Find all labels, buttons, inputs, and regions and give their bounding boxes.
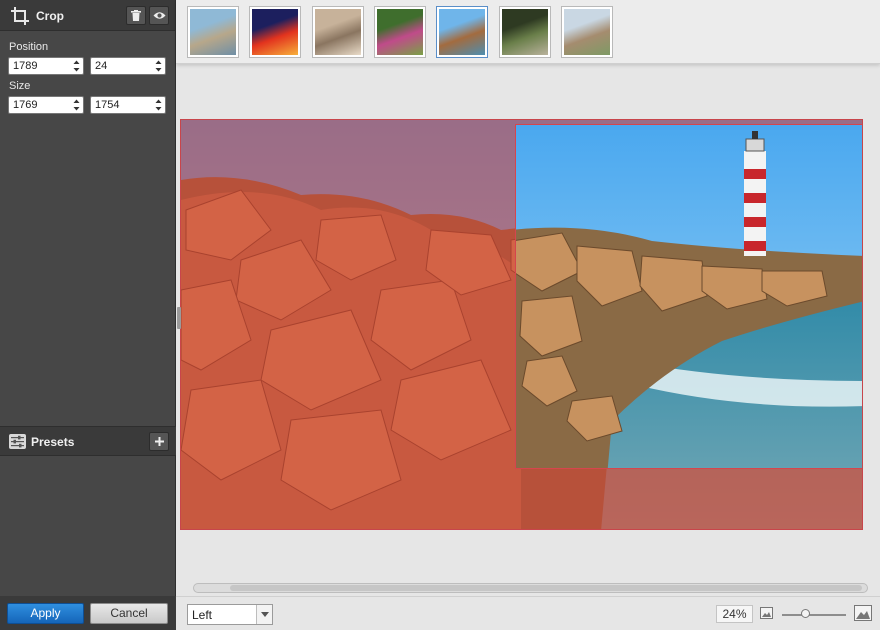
thumb-plaza[interactable] <box>311 6 364 58</box>
thumbnail-image <box>563 9 610 55</box>
scrollbar-thumb[interactable] <box>230 585 862 591</box>
plus-icon <box>154 437 164 446</box>
thumbnail-image <box>501 9 548 55</box>
thumb-coast[interactable] <box>560 6 613 58</box>
action-bar: Apply Cancel <box>0 596 176 630</box>
zoom-slider-knob[interactable] <box>801 609 811 618</box>
thumb-tower[interactable] <box>187 6 239 58</box>
trash-icon <box>131 10 141 21</box>
spinner-arrows-icon[interactable] <box>155 59 162 73</box>
apply-button[interactable]: Apply <box>7 603 84 624</box>
chevron-down-icon[interactable] <box>256 605 272 624</box>
thumb-fountain[interactable] <box>498 6 551 58</box>
preview-toggle-button[interactable] <box>149 6 169 25</box>
cancel-button[interactable]: Cancel <box>90 603 168 624</box>
thumbnail-image <box>376 9 423 55</box>
position-y-input[interactable]: 24 <box>90 57 166 75</box>
presets-title: Presets <box>31 435 75 449</box>
image-large-icon[interactable] <box>854 605 872 621</box>
thumbnail-strip <box>176 0 880 64</box>
presets-header[interactable]: Presets <box>0 426 176 456</box>
thumbnail-image <box>252 9 299 55</box>
size-label: Size <box>9 80 31 92</box>
crop-sidebar: Crop Position 1789 24 Size 1769 1754 Pre… <box>0 0 176 630</box>
add-preset-button[interactable] <box>149 432 169 451</box>
eye-icon <box>153 12 165 19</box>
crop-panel-title: Crop <box>36 9 64 23</box>
thumbnail-image <box>314 9 361 55</box>
thumb-lighthouse[interactable] <box>436 6 489 58</box>
spinner-arrows-icon[interactable] <box>155 98 162 112</box>
alignment-select[interactable]: Left <box>187 604 273 625</box>
zoom-slider-track[interactable] <box>782 614 846 616</box>
position-x-input[interactable]: 1789 <box>8 57 84 75</box>
sidebar-resize-handle[interactable] <box>177 307 181 329</box>
spinner-arrows-icon[interactable] <box>73 98 80 112</box>
crop-icon <box>11 7 29 25</box>
delete-button[interactable] <box>126 6 146 25</box>
crop-preview <box>516 125 862 468</box>
thumbnail-image <box>190 9 236 55</box>
zoom-level: 24% <box>716 605 753 623</box>
size-width-input[interactable]: 1769 <box>8 96 84 114</box>
image-canvas[interactable] <box>180 119 863 530</box>
crop-selection[interactable] <box>515 124 862 469</box>
sliders-icon <box>9 434 26 449</box>
position-label: Position <box>9 41 49 53</box>
thumb-red-tree[interactable] <box>249 6 302 58</box>
image-small-icon[interactable] <box>760 607 773 619</box>
crop-panel-header: Crop <box>0 0 175 31</box>
thumb-garden[interactable] <box>373 6 426 58</box>
size-height-input[interactable]: 1754 <box>90 96 166 114</box>
horizontal-scrollbar[interactable] <box>193 583 868 593</box>
spinner-arrows-icon[interactable] <box>73 59 80 73</box>
bottom-toolbar: Left 24% <box>176 596 880 630</box>
thumbnail-image <box>439 9 486 55</box>
